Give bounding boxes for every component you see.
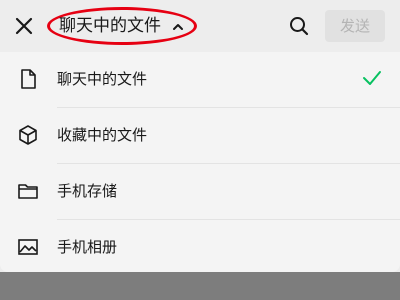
close-icon[interactable] [12,14,36,38]
menu-item-label: 手机相册 [57,238,118,256]
image-icon [16,235,40,259]
file-source-menu: 聊天中的文件 收藏中的文件 手机存储 手机相册 [0,52,400,272]
chevron-up-icon[interactable] [171,19,185,33]
top-bar: 聊天中的文件 发送 [0,0,400,52]
menu-item-phone-album[interactable]: 手机相册 [0,220,400,276]
checkmark-icon [362,69,382,87]
search-icon[interactable] [287,14,311,38]
cube-icon [16,123,40,147]
menu-item-chat-files[interactable]: 聊天中的文件 [0,52,400,108]
folder-icon [16,179,40,203]
menu-item-label: 手机存储 [57,182,118,200]
menu-item-label: 聊天中的文件 [57,70,148,88]
background-overlay[interactable] [0,272,400,300]
document-icon [16,67,40,91]
menu-item-favorite-files[interactable]: 收藏中的文件 [0,108,400,164]
source-title[interactable]: 聊天中的文件 [59,14,161,38]
send-button[interactable]: 发送 [325,10,385,42]
menu-item-phone-storage[interactable]: 手机存储 [0,164,400,220]
menu-item-label: 收藏中的文件 [57,126,148,144]
